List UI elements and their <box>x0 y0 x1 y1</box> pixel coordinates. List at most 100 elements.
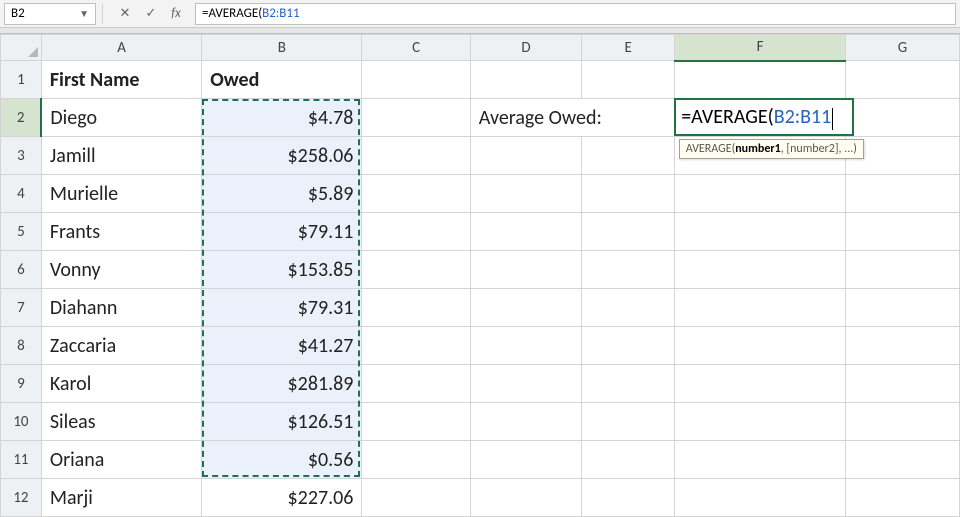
cell-E12[interactable] <box>582 479 675 517</box>
cell-G5[interactable] <box>845 213 959 251</box>
row-header-5[interactable]: 5 <box>1 213 42 251</box>
cell-C7[interactable] <box>362 289 470 327</box>
formula-input[interactable]: =AVERAGE(B2:B11 <box>195 3 956 25</box>
col-header-F[interactable]: F <box>675 35 846 61</box>
cell-A9[interactable]: Karol <box>41 365 201 403</box>
cell-E11[interactable] <box>582 441 675 479</box>
cell-G4[interactable] <box>845 175 959 213</box>
name-box[interactable]: B2 ▼ <box>4 3 96 25</box>
cell-E1[interactable] <box>582 61 675 99</box>
enter-icon[interactable]: ✓ <box>139 3 163 25</box>
cell-F12[interactable] <box>675 479 846 517</box>
cell-F6[interactable] <box>675 251 846 289</box>
cell-F1[interactable] <box>675 61 846 99</box>
cell-B3[interactable]: $258.06 <box>202 137 362 175</box>
cell-F11[interactable] <box>675 441 846 479</box>
cell-D12[interactable] <box>470 479 581 517</box>
cell-C9[interactable] <box>362 365 470 403</box>
cell-E9[interactable] <box>582 365 675 403</box>
cell-D1[interactable] <box>470 61 581 99</box>
cell-A12[interactable]: Marji <box>41 479 201 517</box>
cell-B2[interactable]: $4.78 <box>202 99 362 137</box>
cell-A7[interactable]: Diahann <box>41 289 201 327</box>
cell-A10[interactable]: Sileas <box>41 403 201 441</box>
col-header-C[interactable]: C <box>362 35 470 61</box>
cell-A11[interactable]: Oriana <box>41 441 201 479</box>
col-header-B[interactable]: B <box>202 35 362 61</box>
cell-F9[interactable] <box>675 365 846 403</box>
cell-B12[interactable]: $227.06 <box>202 479 362 517</box>
cell-F8[interactable] <box>675 327 846 365</box>
cell-B8[interactable]: $41.27 <box>202 327 362 365</box>
spreadsheet-grid[interactable]: A B C D E F G 1 First Name Owed 2 Diego … <box>0 34 960 517</box>
chevron-down-icon[interactable]: ▼ <box>79 7 89 20</box>
col-header-D[interactable]: D <box>470 35 581 61</box>
row-header-8[interactable]: 8 <box>1 327 42 365</box>
cell-D8[interactable] <box>470 327 581 365</box>
fx-icon[interactable]: fx <box>165 6 187 21</box>
select-all-corner[interactable] <box>1 35 42 61</box>
cell-F4[interactable] <box>675 175 846 213</box>
cell-G1[interactable] <box>845 61 959 99</box>
cell-B7[interactable]: $79.31 <box>202 289 362 327</box>
cell-C11[interactable] <box>362 441 470 479</box>
row-header-2[interactable]: 2 <box>1 99 42 137</box>
cell-A3[interactable]: Jamill <box>41 137 201 175</box>
cell-C5[interactable] <box>362 213 470 251</box>
cell-A2[interactable]: Diego <box>41 99 201 137</box>
cell-B11[interactable]: $0.56 <box>202 441 362 479</box>
cell-D6[interactable] <box>470 251 581 289</box>
cell-F7[interactable] <box>675 289 846 327</box>
cell-E3[interactable] <box>582 137 675 175</box>
cell-F2-editing[interactable]: =AVERAGE(B2:B11 <box>675 99 960 137</box>
row-header-10[interactable]: 10 <box>1 403 42 441</box>
cell-E7[interactable] <box>582 289 675 327</box>
cell-A5[interactable]: Frants <box>41 213 201 251</box>
row-header-9[interactable]: 9 <box>1 365 42 403</box>
cell-D4[interactable] <box>470 175 581 213</box>
cell-C4[interactable] <box>362 175 470 213</box>
cancel-icon[interactable]: ✕ <box>113 3 137 25</box>
row-header-12[interactable]: 12 <box>1 479 42 517</box>
cell-C6[interactable] <box>362 251 470 289</box>
cell-D11[interactable] <box>470 441 581 479</box>
row-header-7[interactable]: 7 <box>1 289 42 327</box>
cell-B1[interactable]: Owed <box>202 61 362 99</box>
col-header-A[interactable]: A <box>41 35 201 61</box>
cell-A8[interactable]: Zaccaria <box>41 327 201 365</box>
cell-D10[interactable] <box>470 403 581 441</box>
col-header-E[interactable]: E <box>582 35 675 61</box>
cell-D2[interactable]: Average Owed: <box>470 99 674 137</box>
cell-E8[interactable] <box>582 327 675 365</box>
cell-G6[interactable] <box>845 251 959 289</box>
cell-B10[interactable]: $126.51 <box>202 403 362 441</box>
cell-C8[interactable] <box>362 327 470 365</box>
cell-D3[interactable] <box>470 137 581 175</box>
cell-B9[interactable]: $281.89 <box>202 365 362 403</box>
cell-E5[interactable] <box>582 213 675 251</box>
cell-F10[interactable] <box>675 403 846 441</box>
row-header-1[interactable]: 1 <box>1 61 42 99</box>
row-header-11[interactable]: 11 <box>1 441 42 479</box>
cell-F5[interactable] <box>675 213 846 251</box>
cell-C2[interactable] <box>362 99 470 137</box>
cell-D7[interactable] <box>470 289 581 327</box>
cell-G8[interactable] <box>845 327 959 365</box>
row-header-4[interactable]: 4 <box>1 175 42 213</box>
cell-D5[interactable] <box>470 213 581 251</box>
cell-C3[interactable] <box>362 137 470 175</box>
cell-B5[interactable]: $79.11 <box>202 213 362 251</box>
row-header-6[interactable]: 6 <box>1 251 42 289</box>
cell-C10[interactable] <box>362 403 470 441</box>
cell-B6[interactable]: $153.85 <box>202 251 362 289</box>
col-header-G[interactable]: G <box>845 35 959 61</box>
cell-A6[interactable]: Vonny <box>41 251 201 289</box>
cell-A4[interactable]: Murielle <box>41 175 201 213</box>
cell-C1[interactable] <box>362 61 470 99</box>
cell-E4[interactable] <box>582 175 675 213</box>
cell-B4[interactable]: $5.89 <box>202 175 362 213</box>
cell-E6[interactable] <box>582 251 675 289</box>
cell-G11[interactable] <box>845 441 959 479</box>
cell-A1[interactable]: First Name <box>41 61 201 99</box>
cell-G9[interactable] <box>845 365 959 403</box>
